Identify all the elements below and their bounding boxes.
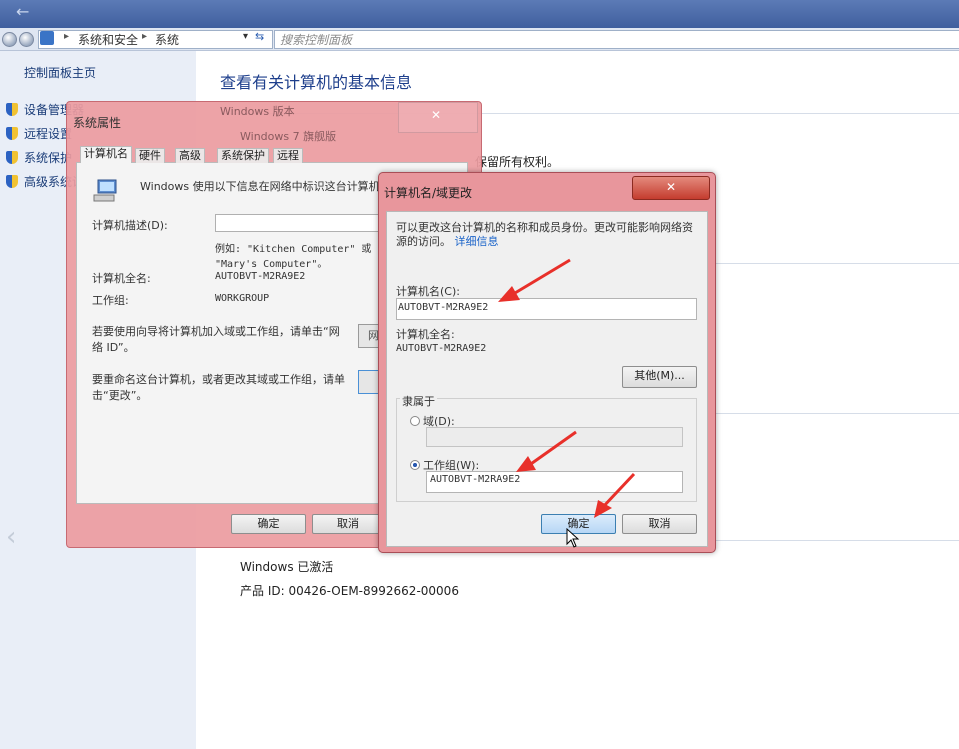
annotation-arrows [498, 258, 636, 518]
arrow-icon [516, 430, 577, 472]
mouse-cursor-icon [566, 528, 580, 548]
arrow-icon [594, 472, 636, 518]
arrow-icon [498, 258, 571, 302]
